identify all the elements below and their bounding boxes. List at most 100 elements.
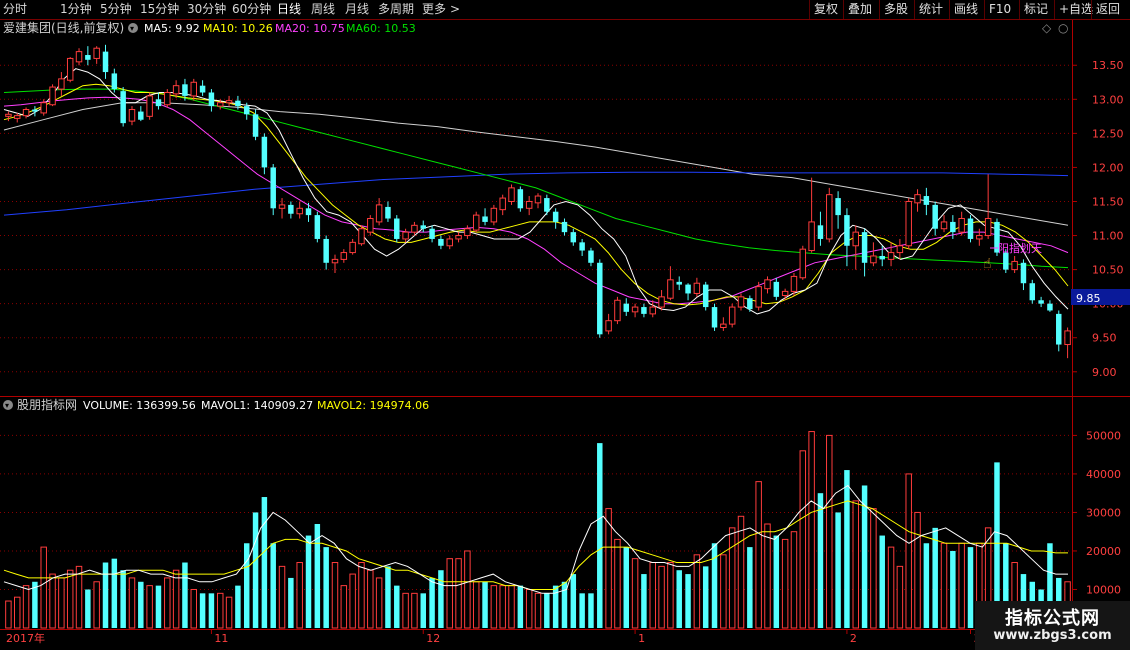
- chevron-right-icon[interactable]: >: [450, 1, 460, 18]
- candle-body-up: [472, 214, 480, 231]
- volume-bar-up: [40, 546, 47, 629]
- period-tab-7[interactable]: 周线: [311, 1, 335, 18]
- volume-bar-up: [411, 592, 418, 629]
- volume-bar-up: [649, 562, 656, 629]
- period-tab-1[interactable]: 1分钟: [60, 1, 92, 18]
- toolbar-button-5[interactable]: F10: [984, 0, 1015, 19]
- candle-body-up: [367, 218, 374, 233]
- volume-bar-up: [940, 542, 948, 629]
- candle-body-up: [22, 109, 30, 117]
- candle-body-down: [120, 91, 126, 124]
- candle-body-down: [314, 215, 321, 239]
- candle-body-up: [940, 221, 948, 230]
- volume-bar-down: [102, 562, 109, 628]
- candle-body-down: [252, 114, 259, 137]
- candle-body-up: [896, 245, 904, 254]
- ma10-line: [3, 83, 1069, 306]
- diamond-icon[interactable]: ◇: [1042, 21, 1052, 35]
- kline-chart[interactable]: 13.5013.0012.5012.0011.5011.0010.5010.00…: [0, 0, 1130, 650]
- volume-bar-up: [296, 562, 303, 629]
- period-tab-0[interactable]: 分时: [3, 1, 27, 18]
- toolbar-button-4[interactable]: 画线: [949, 0, 982, 19]
- volume-bar-up: [358, 562, 365, 629]
- candle-body-down: [1020, 262, 1027, 284]
- volume-bar-down: [482, 581, 488, 628]
- candle-body-up: [331, 258, 339, 264]
- candle-body-down: [270, 167, 276, 209]
- period-tab-6[interactable]: 日线: [277, 1, 301, 18]
- period-tab-9[interactable]: 多周期: [378, 1, 414, 18]
- candle-body-down: [1056, 313, 1062, 345]
- volume-bar-down: [305, 535, 312, 628]
- candle-body-down: [111, 73, 118, 90]
- volume-bar-down: [32, 581, 38, 628]
- candle-body-up: [525, 200, 533, 209]
- period-tab-3[interactable]: 15分钟: [140, 1, 179, 18]
- period-tab-5[interactable]: 60分钟: [232, 1, 271, 18]
- candle-body-up: [887, 252, 895, 260]
- candle-body-down: [588, 250, 594, 263]
- candle-body-up: [870, 255, 877, 264]
- price-tick-label: 13.00: [1092, 93, 1124, 106]
- period-tab-4[interactable]: 30分钟: [187, 1, 226, 18]
- candle-body-down: [676, 281, 682, 285]
- volume-bar-up: [808, 431, 815, 629]
- volume-bar-down: [394, 585, 400, 628]
- volume-bar-down: [967, 547, 974, 628]
- candle-body-up: [296, 207, 303, 215]
- candle-body-down: [243, 106, 250, 115]
- volume-bar-down: [288, 577, 294, 628]
- volume-bar-down: [597, 443, 603, 628]
- period-tab-2[interactable]: 5分钟: [100, 1, 132, 18]
- candle-body-up: [790, 275, 798, 292]
- candle-body-down: [288, 204, 294, 214]
- hand-cursor-icon: ☝: [983, 256, 992, 272]
- volume-bar-down: [155, 585, 162, 628]
- candle-body-up: [5, 113, 12, 117]
- volume-bar-up: [172, 569, 180, 629]
- volume-bar-up: [217, 592, 224, 629]
- volume-bar-up: [375, 577, 383, 629]
- volume-bar-up: [367, 569, 374, 629]
- candle-body-down: [438, 238, 444, 246]
- candle-body-down: [879, 255, 885, 260]
- toolbar-button-8[interactable]: 返回: [1091, 0, 1124, 19]
- candle-body-up: [58, 78, 65, 90]
- volume-bar-down: [120, 570, 126, 628]
- ma60-label: MA60: 10.53: [346, 22, 416, 35]
- volume-bar-up: [525, 588, 533, 629]
- volume-bar-down: [932, 527, 938, 628]
- candle-body-up: [534, 195, 542, 204]
- price-tick-label: 12.00: [1092, 161, 1124, 174]
- watermark: 指标公式网 www.zbgs3.com: [975, 601, 1130, 650]
- date-label: 2: [850, 632, 857, 645]
- close-icon[interactable]: ○: [1058, 21, 1068, 35]
- candle-body-down: [182, 84, 188, 96]
- toolbar-button-3[interactable]: 统计: [914, 0, 947, 19]
- volume-bar-up: [22, 585, 30, 629]
- volume-bar-down: [243, 543, 250, 628]
- volume-bar-up: [631, 558, 639, 629]
- candle-body-up: [755, 286, 762, 308]
- candle-body-down: [702, 284, 709, 308]
- toolbar-button-0[interactable]: 复权: [809, 0, 842, 19]
- candle-body-up: [128, 109, 136, 122]
- candle-body-down: [835, 198, 841, 216]
- toolbar-button-6[interactable]: 标记: [1019, 0, 1052, 19]
- volume-bar-down: [844, 470, 850, 628]
- toolbar-button-1[interactable]: 叠加: [843, 0, 876, 19]
- volume-tick-label: 40000: [1086, 468, 1121, 481]
- candle-body-up: [649, 306, 656, 315]
- toolbar-button-2[interactable]: 多股: [879, 0, 912, 19]
- volume-bar-up: [896, 565, 904, 629]
- period-tab-8[interactable]: 月线: [345, 1, 369, 18]
- volume-bar-up: [472, 581, 480, 629]
- volume-bar-up: [190, 588, 198, 629]
- candle-body-down: [967, 218, 974, 239]
- period-tab-10[interactable]: 更多: [422, 1, 446, 18]
- candle-body-up: [605, 320, 612, 332]
- candle-body-up: [499, 197, 506, 211]
- candle-body-down: [950, 221, 956, 233]
- candle-body-up: [826, 194, 833, 240]
- volume-bar-up: [349, 573, 356, 629]
